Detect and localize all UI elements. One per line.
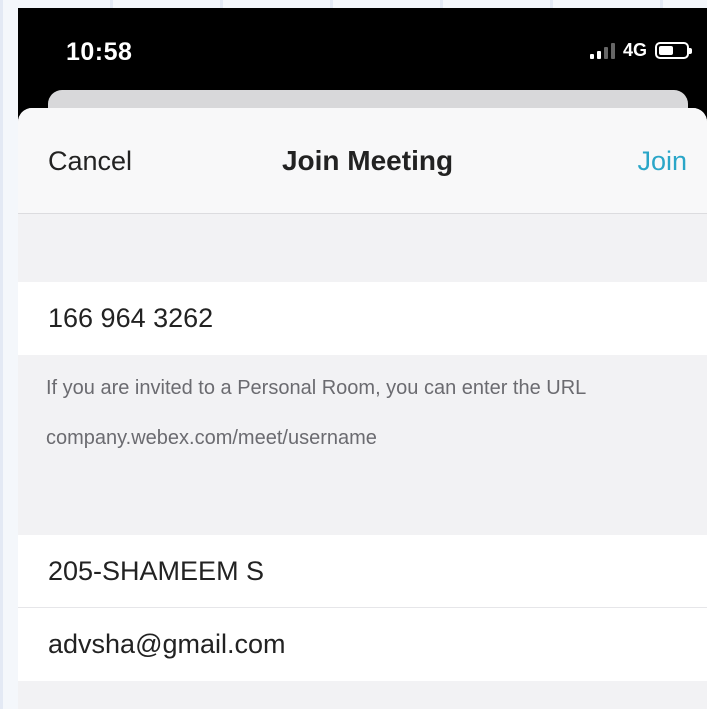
meeting-number-input[interactable]: 166 964 3262 bbox=[18, 282, 707, 355]
join-button[interactable]: Join bbox=[637, 146, 687, 177]
hint-text: If you are invited to a Personal Room, y… bbox=[46, 377, 587, 399]
status-time: 10:58 bbox=[66, 38, 133, 66]
navigation-bar: Cancel Join Meeting Join bbox=[18, 108, 707, 214]
display-name-input[interactable]: 205-SHAMEEM S bbox=[18, 535, 707, 608]
join-meeting-sheet: Cancel Join Meeting Join 166 964 3262 If… bbox=[18, 108, 707, 709]
battery-icon bbox=[655, 42, 692, 59]
signal-strength-icon bbox=[589, 42, 615, 59]
battery-level-fill bbox=[659, 46, 674, 55]
page-title: Join Meeting bbox=[281, 145, 454, 176]
personal-room-hint: If you are invited to a Personal Room, y… bbox=[18, 355, 707, 535]
network-type-label: 4G bbox=[622, 40, 647, 60]
status-bar: 10:58 4G bbox=[18, 8, 707, 90]
hint-url-example: company.webex.com/meet/username bbox=[46, 427, 377, 449]
email-input[interactable]: advsha@gmail.com bbox=[18, 608, 707, 681]
phone-screen: 10:58 4G Cancel Join Meeting Join 166 96… bbox=[18, 8, 707, 709]
status-indicators: 4G bbox=[589, 40, 692, 61]
